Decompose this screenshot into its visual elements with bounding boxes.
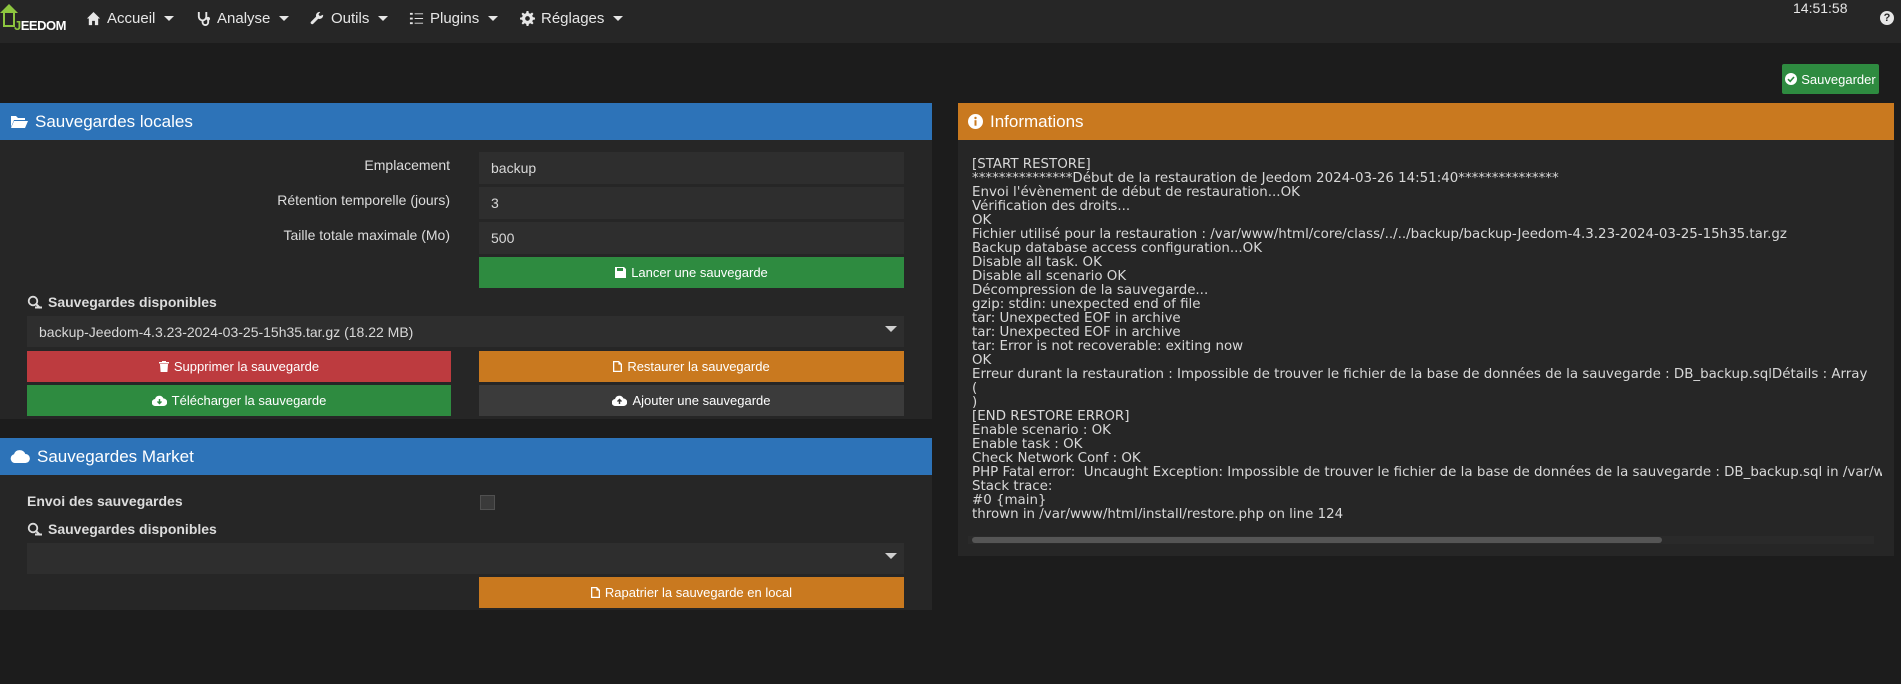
save-button-label: Sauvegarder [1801, 71, 1876, 87]
trash-icon [158, 361, 169, 372]
chevron-down-icon [164, 15, 175, 21]
jeedom-logo[interactable]: JEEDOM [0, 4, 70, 38]
save-button[interactable]: Sauvegarder [1782, 64, 1879, 94]
add-backup-button[interactable]: Ajouter une sauvegarde [479, 385, 904, 416]
cloud-icon [10, 450, 30, 463]
backup-select[interactable]: backup-Jeedom-4.3.23-2024-03-25-15h35.ta… [27, 316, 904, 347]
download-backup-button[interactable]: Télécharger la sauvegarde [27, 385, 451, 416]
launch-backup-label: Lancer une sauvegarde [631, 265, 768, 280]
floppy-disk-icon [615, 267, 627, 278]
menu-analyse-label: Analyse [217, 9, 271, 27]
question-circle-icon[interactable]: ? [1880, 11, 1894, 25]
gear-icon [520, 10, 535, 26]
check-circle-icon [1785, 73, 1798, 85]
retention-input[interactable]: 3 [479, 187, 904, 219]
tasks-list-icon [409, 12, 424, 24]
wrench-icon [310, 11, 324, 24]
launch-backup-button[interactable]: Lancer une sauvegarde [479, 257, 904, 288]
menu-reglages-label: Réglages [541, 9, 605, 27]
top-navbar: JEEDOM Accueil Analyse Outils Plugins Ré… [0, 0, 1901, 43]
menu-reglages[interactable]: Réglages [520, 0, 624, 36]
send-backups-checkbox[interactable] [480, 495, 495, 510]
menu-analyse[interactable]: Analyse [196, 0, 290, 36]
restore-backup-label: Restaurer la sauvegarde [627, 359, 770, 374]
menu-accueil[interactable]: Accueil [86, 0, 175, 36]
file-icon [613, 361, 623, 372]
cloud-download-icon [151, 395, 167, 406]
market-backups-header: Sauvegardes Market [0, 438, 932, 475]
chevron-down-icon [378, 15, 389, 21]
repatriate-backup-button[interactable]: Rapatrier la sauvegarde en local [479, 577, 904, 608]
available-backups-label: Sauvegardes disponibles [48, 294, 217, 310]
market-backup-select[interactable] [27, 543, 904, 574]
home-icon [86, 11, 101, 25]
search-database-icon [27, 522, 42, 536]
chevron-down-icon [885, 553, 897, 559]
cloud-upload-icon [612, 395, 628, 406]
chevron-down-icon [613, 15, 624, 21]
chevron-down-icon [885, 326, 897, 332]
chevron-down-icon [279, 15, 290, 21]
market-available-heading: Sauvegardes disponibles [27, 521, 217, 537]
file-icon [590, 587, 600, 598]
delete-backup-button[interactable]: Supprimer la sauvegarde [27, 351, 451, 382]
market-backups-title: Sauvegardes Market [37, 446, 194, 466]
max-size-label: Taille totale maximale (Mo) [283, 227, 451, 243]
log-scrollbar-thumb[interactable] [972, 537, 1662, 543]
menu-outils-label: Outils [331, 9, 370, 27]
local-backups-header: Sauvegardes locales [0, 103, 932, 140]
menu-plugins-label: Plugins [430, 9, 480, 27]
info-circle-icon [968, 114, 983, 129]
restore-backup-button[interactable]: Restaurer la sauvegarde [479, 351, 904, 382]
send-backups-label: Envoi des sauvegardes [27, 493, 183, 509]
delete-backup-label: Supprimer la sauvegarde [173, 359, 320, 374]
stethoscope-icon [197, 11, 211, 26]
add-backup-label: Ajouter une sauvegarde [632, 393, 771, 408]
informations-header: Informations [958, 103, 1894, 140]
local-backups-title: Sauvegardes locales [35, 111, 193, 131]
market-available-label: Sauvegardes disponibles [48, 521, 217, 537]
restore-log: [START RESTORE] ***************Début de … [972, 158, 1882, 522]
available-backups-heading: Sauvegardes disponibles [27, 294, 217, 310]
menu-plugins[interactable]: Plugins [409, 0, 499, 36]
clock: 14:51:58 [1793, 0, 1848, 16]
max-size-input[interactable]: 500 [479, 222, 904, 254]
retention-label: Rétention temporelle (jours) [277, 192, 450, 208]
chevron-down-icon [488, 15, 499, 21]
informations-title: Informations [990, 111, 1084, 131]
folder-open-icon [10, 115, 28, 128]
menu-outils[interactable]: Outils [310, 0, 389, 36]
search-database-icon [27, 295, 42, 309]
menu-accueil-label: Accueil [107, 9, 156, 27]
download-backup-label: Télécharger la sauvegarde [171, 393, 327, 408]
location-label: Emplacement [364, 157, 450, 173]
location-input[interactable]: backup [479, 152, 904, 184]
repatriate-backup-label: Rapatrier la sauvegarde en local [604, 585, 793, 600]
backup-select-value: backup-Jeedom-4.3.23-2024-03-25-15h35.ta… [39, 323, 414, 340]
